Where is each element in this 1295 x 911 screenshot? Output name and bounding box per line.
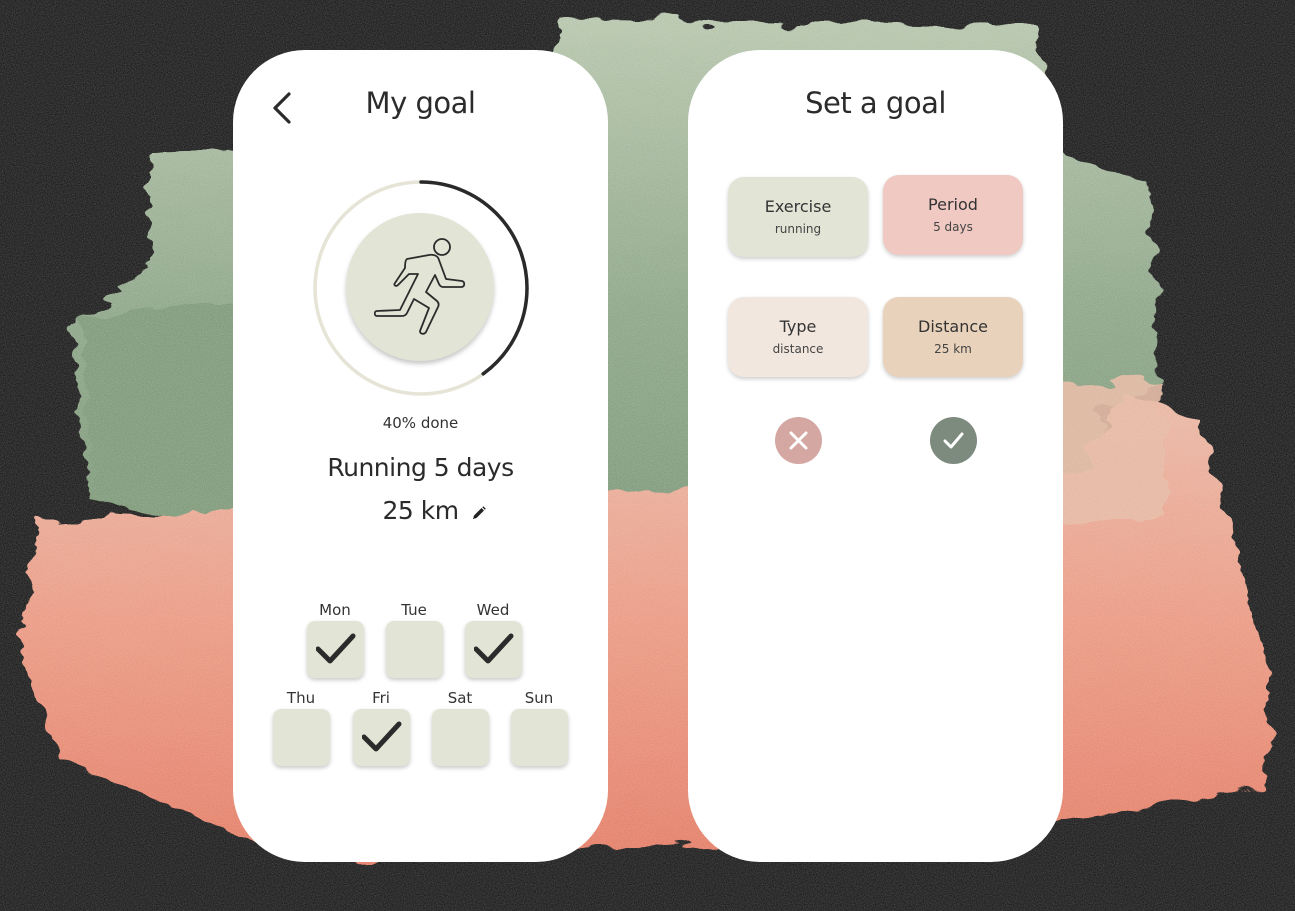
exercise-tile[interactable]: Exercise running [728,177,868,257]
day-sat: Sat [431,687,489,766]
goal-summary: Running 5 days [327,453,514,482]
tile-label: Exercise [764,197,832,216]
check-icon [361,721,401,752]
day-thu: Thu [272,687,330,766]
day-sun: Sun [510,687,568,766]
close-icon [789,431,808,450]
day-label: Tue [401,601,427,619]
day-label: Sun [524,689,554,707]
day-fri: Fri [352,687,410,766]
period-tile[interactable]: Period 5 days [883,175,1023,255]
progress-label: 40% done [382,414,459,432]
day-label: Thu [286,689,316,707]
running-person-icon [374,238,466,335]
day-checkbox-mon[interactable] [306,621,364,678]
runner-avatar [346,213,494,361]
day-checkbox-tue[interactable] [385,621,443,678]
page-title: My goal [365,86,476,120]
tile-value: running [774,222,822,236]
watercolor-background [0,0,1295,911]
cancel-button[interactable] [775,417,822,464]
day-label: Wed [476,601,510,619]
page-title: Set a goal [805,86,946,120]
day-label: Sat [447,689,473,707]
goal-distance: 25 km [382,496,459,525]
pencil-icon [473,506,486,519]
day-wed: Wed [464,599,522,678]
tile-value: 25 km [934,342,972,356]
day-checkbox-sat[interactable] [431,709,489,766]
type-tile[interactable]: Type distance [728,297,868,377]
day-checkbox-fri[interactable] [352,709,410,766]
day-checkbox-wed[interactable] [464,621,522,678]
day-mon: Mon [306,599,364,678]
check-icon [473,633,513,664]
tile-value: 5 days [933,220,973,234]
edit-distance-button[interactable] [471,505,487,521]
my-goal-screen: My goal 40% done Running 5 days 25 km Mo… [233,50,608,862]
day-tue: Tue [385,599,443,678]
day-checkbox-thu[interactable] [272,709,330,766]
tile-label: Type [779,317,817,336]
tile-value: distance [772,342,824,356]
set-goal-screen: Set a goal Exercise running Period 5 day… [688,50,1063,862]
distance-tile[interactable]: Distance 25 km [883,297,1023,377]
day-label: Fri [372,689,390,707]
confirm-button[interactable] [930,417,977,464]
day-checkbox-sun[interactable] [510,709,568,766]
progress-ring [311,178,531,398]
tile-label: Distance [918,317,988,336]
tile-label: Period [928,195,978,214]
check-icon [315,633,355,664]
check-icon [943,432,964,449]
day-label: Mon [319,601,351,619]
